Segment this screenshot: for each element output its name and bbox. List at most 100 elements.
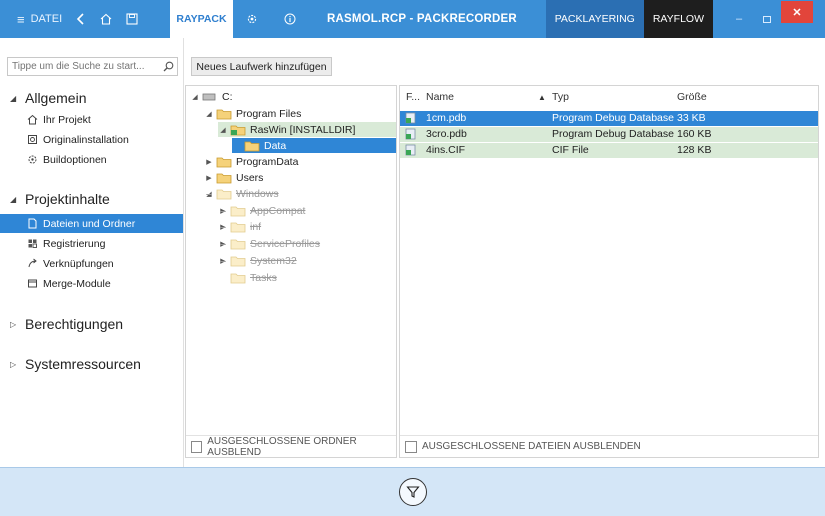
column-header-size[interactable]: Größe bbox=[677, 91, 707, 103]
collapsed-triangle-icon: ▷ bbox=[10, 359, 17, 369]
file-name: 4ins.CIF bbox=[426, 144, 466, 156]
file-size: 33 KB bbox=[677, 112, 706, 124]
add-drive-button[interactable]: Neues Laufwerk hinzufügen bbox=[191, 57, 332, 76]
expanded-triangle-icon: ◢ bbox=[10, 93, 17, 103]
section-systemressourcen[interactable]: ▷ Systemressourcen bbox=[10, 356, 141, 372]
sidebar-item-merge-module[interactable]: Merge-Module bbox=[0, 274, 183, 293]
file-row[interactable]: 1cm.pdb Program Debug Database 33 KB bbox=[400, 111, 818, 126]
sort-ascending-icon: ▲ bbox=[538, 93, 546, 102]
expanded-triangle-icon: ◢ bbox=[10, 194, 17, 204]
switch-packlayering[interactable]: PACKLAYERING bbox=[545, 0, 644, 38]
save-button[interactable] bbox=[119, 0, 145, 38]
minimize-button[interactable]: – bbox=[725, 0, 753, 38]
tree-node-label: AppCompat bbox=[250, 204, 306, 217]
tree-node-label: Data bbox=[264, 139, 287, 152]
tree-node-inf[interactable]: ▶ inf bbox=[218, 219, 261, 234]
file-size: 128 KB bbox=[677, 144, 712, 156]
section-berechtigungen[interactable]: ▷ Berechtigungen bbox=[10, 316, 123, 332]
tree-node-programdata[interactable]: ▶ ProgramData bbox=[204, 154, 298, 169]
collapsed-arrow-icon[interactable]: ▶ bbox=[218, 257, 228, 265]
sidebar-item-label: Ihr Projekt bbox=[43, 113, 91, 126]
sidebar-item-label: Registrierung bbox=[43, 237, 106, 250]
section-label: Projektinhalte bbox=[25, 191, 110, 207]
info-icon bbox=[284, 13, 296, 25]
expand-arrow-icon[interactable]: ◢ bbox=[218, 126, 228, 134]
tree-node-label: Program Files bbox=[236, 107, 302, 120]
column-header-name[interactable]: Name bbox=[426, 91, 454, 103]
tree-node-system32[interactable]: ▶ System32 bbox=[218, 253, 296, 268]
hide-excluded-folders-label: AUSGESCHLOSSENE ORDNER AUSBLEND bbox=[207, 435, 357, 458]
sidebar-item-registrierung[interactable]: Registrierung bbox=[0, 234, 183, 253]
sidebar-item-originalinstallation[interactable]: Originalinstallation bbox=[0, 130, 183, 149]
tree-node-raswin[interactable]: ◢ RasWin [INSTALLDIR] bbox=[218, 122, 396, 137]
sidebar-item-verknuepfungen[interactable]: Verknüpfungen bbox=[0, 254, 183, 273]
close-button[interactable]: ✕ bbox=[781, 1, 813, 23]
tree-node-serviceprofiles[interactable]: ▶ ServiceProfiles bbox=[218, 236, 320, 251]
expand-arrow-icon[interactable]: ◢ bbox=[190, 93, 200, 101]
registry-icon bbox=[26, 238, 38, 250]
folder-excluded-icon bbox=[230, 272, 246, 284]
collapsed-arrow-icon[interactable]: ▶ bbox=[218, 223, 228, 231]
tree-node-program-files[interactable]: ◢ Program Files bbox=[204, 106, 301, 121]
tree-node-label: Users bbox=[236, 171, 264, 184]
switch-rayflow[interactable]: RAYFLOW bbox=[643, 0, 713, 38]
section-projektinhalte[interactable]: ◢ Projektinhalte bbox=[10, 191, 110, 207]
sidebar-item-dateien-und-ordner[interactable]: Dateien und Ordner bbox=[0, 214, 183, 233]
hide-excluded-folders-row[interactable]: AUSGESCHLOSSENE ORDNER AUSBLEND bbox=[186, 435, 396, 458]
hide-excluded-folders-checkbox[interactable] bbox=[191, 440, 203, 453]
drive-icon bbox=[202, 91, 218, 103]
section-label: Systemressourcen bbox=[25, 356, 141, 372]
collapsed-arrow-icon[interactable]: ▶ bbox=[218, 207, 228, 215]
column-header-type[interactable]: Typ bbox=[552, 91, 569, 103]
section-allgemein[interactable]: ◢ Allgemein bbox=[10, 90, 86, 106]
sidebar-item-buildoptionen[interactable]: Buildoptionen bbox=[0, 150, 183, 169]
tree-node-tasks[interactable]: Tasks bbox=[218, 270, 277, 285]
file-type: Program Debug Database bbox=[552, 128, 674, 140]
tree-node-users[interactable]: ▶ Users bbox=[204, 170, 263, 185]
sidebar-item-label: Buildoptionen bbox=[43, 153, 107, 166]
maximize-button[interactable] bbox=[753, 0, 781, 38]
folder-excluded-icon bbox=[230, 205, 246, 217]
tree-node-data[interactable]: Data bbox=[232, 138, 396, 153]
gear-icon bbox=[247, 14, 257, 24]
sidebar-item-label: Merge-Module bbox=[43, 277, 111, 290]
collapsed-arrow-icon[interactable]: ▶ bbox=[204, 158, 214, 166]
settings-button[interactable] bbox=[233, 0, 271, 38]
hide-excluded-files-checkbox[interactable] bbox=[405, 440, 417, 453]
search-icon[interactable] bbox=[159, 61, 177, 72]
search-input[interactable] bbox=[8, 61, 159, 72]
tree-node-c[interactable]: ◢ C: bbox=[190, 89, 232, 104]
tree-node-label: Windows bbox=[236, 187, 279, 200]
file-name: 3cro.pdb bbox=[426, 128, 467, 140]
sidebar-item-label: Dateien und Ordner bbox=[43, 217, 136, 230]
column-header-flag[interactable]: F... bbox=[406, 91, 420, 103]
title-bar: ≡ DATEI RAYPACK RASMOL.RCP - PACKRECORDE… bbox=[0, 0, 825, 38]
collapsed-arrow-icon[interactable]: ▶ bbox=[204, 174, 214, 182]
info-button[interactable] bbox=[271, 0, 309, 38]
folder-icon bbox=[216, 172, 232, 184]
back-button[interactable] bbox=[69, 0, 93, 38]
file-menu[interactable]: ≡ DATEI bbox=[10, 0, 69, 38]
expand-arrow-icon[interactable]: ◢ bbox=[204, 190, 214, 198]
hide-excluded-files-row[interactable]: AUSGESCHLOSSENE DATEIEN AUSBLENDEN bbox=[400, 435, 818, 457]
folder-excluded-icon bbox=[230, 221, 246, 233]
file-row[interactable]: 3cro.pdb Program Debug Database 160 KB bbox=[400, 127, 818, 142]
filter-button[interactable] bbox=[399, 478, 427, 506]
shortcut-arrow-icon bbox=[26, 258, 38, 270]
tree-node-appcompat[interactable]: ▶ AppCompat bbox=[218, 203, 305, 218]
sidebar-item-label: Verknüpfungen bbox=[43, 257, 114, 270]
expand-arrow-icon[interactable]: ◢ bbox=[204, 110, 214, 118]
folder-added-icon bbox=[230, 124, 246, 136]
home-button[interactable] bbox=[93, 0, 119, 38]
file-row[interactable]: 4ins.CIF CIF File 128 KB bbox=[400, 143, 818, 158]
quick-access: ≡ DATEI bbox=[0, 0, 170, 38]
tree-node-label: ProgramData bbox=[236, 155, 299, 168]
section-label: Berechtigungen bbox=[25, 316, 124, 332]
file-added-icon bbox=[405, 128, 416, 140]
collapsed-arrow-icon[interactable]: ▶ bbox=[218, 240, 228, 248]
gear-icon bbox=[26, 154, 38, 166]
save-icon bbox=[126, 13, 138, 25]
sidebar-item-ihr-projekt[interactable]: Ihr Projekt bbox=[0, 110, 183, 129]
tab-raypack[interactable]: RAYPACK bbox=[170, 0, 233, 38]
tree-node-windows[interactable]: ◢ Windows bbox=[204, 186, 279, 201]
